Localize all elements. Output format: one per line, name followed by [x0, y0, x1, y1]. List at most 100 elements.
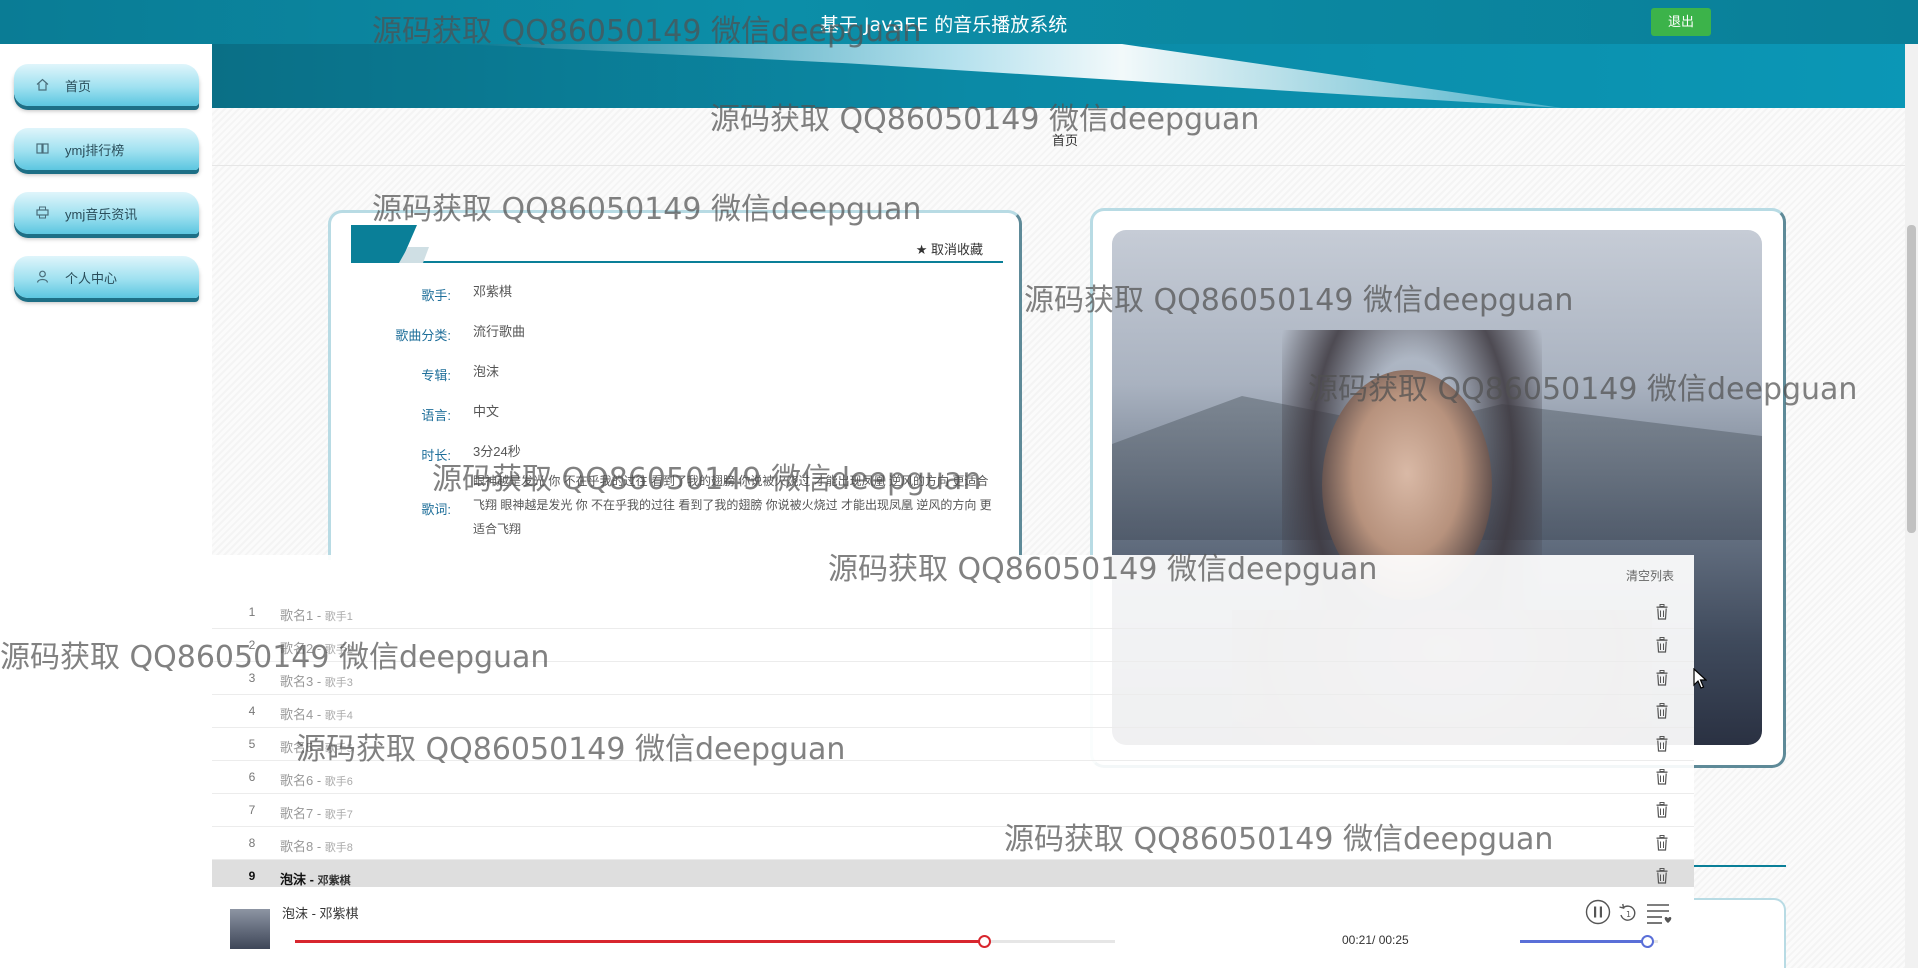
track-title: 歌名2: [280, 641, 314, 656]
track-info: 泡沫 - 邓紫棋: [280, 869, 351, 888]
playlist-row[interactable]: 7 歌名7 - 歌手7: [212, 794, 1694, 827]
sidebar-item-ranking[interactable]: ymj排行榜: [14, 128, 199, 170]
track-number: 2: [248, 638, 256, 652]
book-icon: [36, 142, 50, 156]
track-info: 歌名6 - 歌手6: [280, 770, 353, 789]
pause-icon: [1585, 899, 1611, 925]
track-artist: 歌手6: [324, 776, 353, 788]
track-title: 歌名3: [280, 674, 314, 689]
track-number: 5: [248, 737, 256, 751]
printer-icon: [36, 206, 50, 220]
progress-bar[interactable]: [295, 935, 1115, 948]
track-info: 歌名3 - 歌手3: [280, 671, 353, 690]
track-separator: -: [313, 674, 325, 689]
sidebar-item-label: 个人中心: [65, 270, 118, 286]
banner-streak: [462, 44, 1562, 108]
trash-icon[interactable]: [1656, 868, 1668, 884]
unfavorite-button[interactable]: ★ 取消收藏: [916, 239, 983, 258]
user-icon: [36, 270, 50, 284]
track-title: 泡沫: [280, 872, 307, 887]
track-artist: 歌手5: [324, 743, 353, 755]
playlist-row[interactable]: 4 歌名4 - 歌手4: [212, 695, 1694, 728]
header-banner: [212, 44, 1918, 108]
sidebar-item-profile[interactable]: 个人中心: [14, 256, 199, 298]
track-title: 歌名7: [280, 806, 314, 821]
track-artist: 歌手2: [324, 644, 353, 656]
trash-icon[interactable]: [1656, 703, 1668, 719]
trash-icon[interactable]: [1656, 802, 1668, 818]
field-key: 专辑:: [421, 368, 451, 383]
progress-knob[interactable]: [977, 935, 991, 948]
track-number: 1: [248, 605, 256, 619]
sidebar-item-news[interactable]: ymj音乐资讯: [14, 192, 199, 234]
playlist-row[interactable]: 5 歌名5 - 歌手5: [212, 728, 1694, 761]
sidebar-item-label: 首页: [65, 78, 92, 94]
field-value: 泡沫: [473, 364, 500, 379]
track-artist: 邓紫棋: [317, 875, 351, 887]
pause-button[interactable]: [1585, 899, 1611, 928]
star-icon: ★: [915, 242, 928, 257]
playlist-row[interactable]: 6 歌名6 - 歌手6: [212, 761, 1694, 794]
secondary-card: [1680, 898, 1786, 968]
track-number: 9: [248, 869, 256, 883]
app-title: 基于 JavaEE 的音乐播放系统: [820, 14, 1068, 36]
track-info: 歌名1 - 歌手1: [280, 605, 353, 624]
detail-card-header: ★ 取消收藏: [351, 225, 1003, 263]
loop-mode-button[interactable]: 1: [1617, 902, 1639, 927]
field-key: 歌曲分类:: [395, 328, 451, 343]
trash-icon[interactable]: [1656, 637, 1668, 653]
breadcrumb: 首页: [212, 108, 1918, 166]
field-key: 时长:: [421, 448, 451, 463]
track-title: 歌名4: [280, 707, 314, 722]
track-info: 歌名8 - 歌手8: [280, 836, 353, 855]
song-detail-card: ★ 取消收藏 歌手: 邓紫棋 歌曲分类: 流行歌曲 专辑: 泡沫 语言: 中文 …: [328, 210, 1022, 560]
track-number: 7: [248, 803, 256, 817]
page-scrollbar[interactable]: [1905, 0, 1918, 968]
scrollbar-thumb[interactable]: [1907, 225, 1916, 533]
track-artist: 歌手1: [324, 611, 353, 623]
field-value: 中文: [473, 404, 500, 419]
track-title: 歌名5: [280, 740, 314, 755]
playlist-row[interactable]: 2 歌名2 - 歌手2: [212, 629, 1694, 662]
trash-icon[interactable]: [1656, 835, 1668, 851]
field-key: 歌手:: [421, 288, 451, 303]
track-artist: 歌手8: [324, 842, 353, 854]
logout-button[interactable]: 退出: [1651, 8, 1711, 36]
track-number: 8: [248, 836, 256, 850]
field-value: 邓紫棋: [473, 284, 513, 299]
track-separator: -: [313, 641, 325, 656]
track-separator: -: [313, 839, 325, 854]
track-number: 6: [248, 770, 256, 784]
track-info: 歌名4 - 歌手4: [280, 704, 353, 723]
track-info: 歌名5 - 歌手5: [280, 737, 353, 756]
sidebar: 首页 ymj排行榜 ymj音乐资讯 个人中心: [0, 44, 212, 968]
playback-time: 00:21/ 00:25: [1342, 933, 1409, 947]
playlist-toggle-button[interactable]: [1644, 899, 1674, 930]
sidebar-item-label: ymj排行榜: [65, 142, 125, 158]
clear-playlist-button[interactable]: 清空列表: [1626, 567, 1674, 584]
home-icon: [36, 78, 50, 92]
volume-knob[interactable]: [1640, 935, 1654, 948]
sidebar-item-home[interactable]: 首页: [14, 64, 199, 106]
track-title: 歌名6: [280, 773, 314, 788]
volume-slider[interactable]: [1520, 935, 1658, 948]
track-title: 歌名1: [280, 608, 314, 623]
progress-fill: [295, 940, 984, 943]
trash-icon[interactable]: [1656, 769, 1668, 785]
track-artist: 歌手3: [324, 677, 353, 689]
track-artist: 歌手4: [324, 710, 353, 722]
repeat-one-icon: 1: [1619, 903, 1636, 921]
track-number: 3: [248, 671, 256, 685]
playlist-row[interactable]: 8 歌名8 - 歌手8: [212, 827, 1694, 860]
playlist-row[interactable]: 3 歌名3 - 歌手3: [212, 662, 1694, 695]
playlist-row[interactable]: 1 歌名1 - 歌手1: [212, 596, 1694, 629]
field-value: 流行歌曲: [473, 324, 526, 339]
track-number: 4: [248, 704, 256, 718]
trash-icon[interactable]: [1656, 604, 1668, 620]
trash-icon[interactable]: [1656, 736, 1668, 752]
field-key: 语言:: [421, 408, 451, 423]
breadcrumb-home[interactable]: 首页: [1052, 133, 1078, 148]
trash-icon[interactable]: [1656, 670, 1668, 686]
music-player-bar: 泡沫 - 邓紫棋 00:21/ 00:25 1: [212, 887, 1694, 968]
unfavorite-label: 取消收藏: [930, 242, 983, 257]
